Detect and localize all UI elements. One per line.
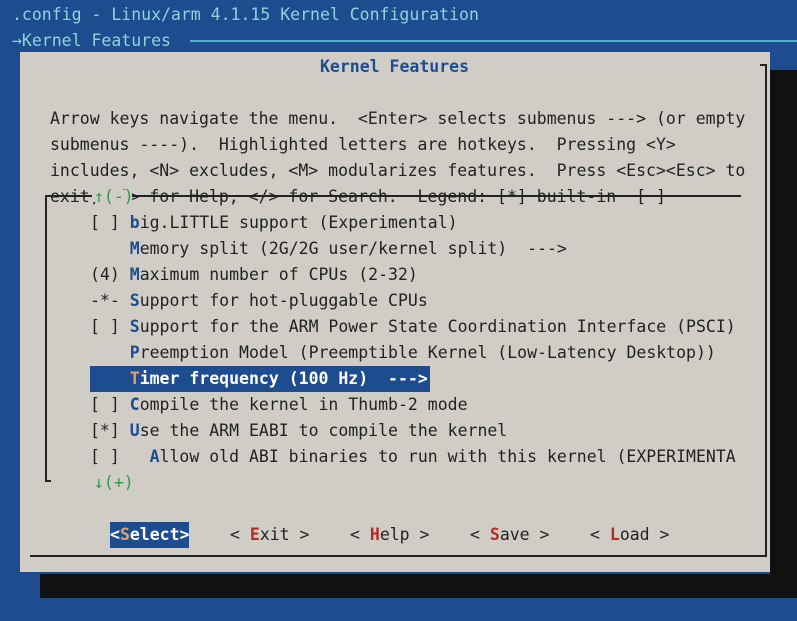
- button-label: xit >: [259, 525, 310, 544]
- scroll-up-indicator[interactable]: ↑(-): [94, 184, 134, 210]
- menu-item-hotkey: P: [129, 343, 140, 362]
- menu-box-border-left: [45, 195, 47, 482]
- scroll-down-indicator[interactable]: ↓(+): [94, 470, 134, 496]
- button-label: elect>: [129, 525, 190, 544]
- menu-item-label: aximum number of CPUs (2-32): [139, 265, 418, 284]
- dialog-shadow-right: [770, 70, 797, 598]
- menu-item-label: reemption Model (Preemptible Kernel (Low…: [139, 343, 716, 362]
- menu-item-label: se the ARM EABI to compile the kernel: [139, 421, 508, 440]
- exit-button[interactable]: < Exit >: [230, 522, 309, 548]
- breadcrumb-rule: [190, 40, 797, 42]
- button-bracket: <: [350, 525, 370, 544]
- menu-item-prefix: [ ]: [90, 317, 130, 336]
- menu-box-border-top: [45, 195, 741, 197]
- button-bracket: <: [110, 525, 120, 544]
- dialog-border-right: [765, 64, 767, 557]
- menu-item-prefix: -*-: [90, 291, 130, 310]
- menu-item-label: llow old ABI binaries to run with this k…: [159, 447, 736, 466]
- button-label: elp >: [379, 525, 430, 544]
- help-line: includes, <N> excludes, <M> modularizes …: [50, 161, 746, 180]
- button-hotkey: E: [249, 525, 260, 544]
- menu-item[interactable]: [ ] Support for the ARM Power State Coor…: [90, 314, 736, 340]
- help-line: exit, <?> for Help, </> for Search. Lege…: [50, 184, 745, 210]
- menu-item-label: ig.LITTLE support (Experimental): [139, 213, 458, 232]
- menu-item[interactable]: [ ] Allow old ABI binaries to run with t…: [90, 444, 736, 470]
- menu-item-prefix: [ ]: [90, 213, 130, 232]
- menu-item-label: ompile the kernel in Thumb-2 mode: [139, 395, 468, 414]
- menu-item-prefix: (4): [90, 265, 130, 284]
- breadcrumb: →Kernel Features: [12, 31, 171, 50]
- menu-item[interactable]: Memory split (2G/2G user/kernel split) -…: [90, 236, 567, 262]
- menu-item-prefix: [*]: [90, 421, 130, 440]
- button-hotkey: L: [609, 525, 620, 544]
- menu-item-prefix: [90, 369, 130, 388]
- save-button[interactable]: < Save >: [470, 522, 549, 548]
- button-hotkey: H: [369, 525, 380, 544]
- button-bracket: <: [230, 525, 250, 544]
- menu-item-hotkey: U: [129, 421, 140, 440]
- menu-item[interactable]: (4) Maximum number of CPUs (2-32): [90, 262, 418, 288]
- help-line: submenus ----). Highlighted letters are …: [50, 135, 676, 154]
- help-button[interactable]: < Help >: [350, 522, 429, 548]
- menu-item-prefix: [90, 343, 130, 362]
- menu-item-hotkey: M: [129, 265, 140, 284]
- menu-item-label: imer frequency (100 Hz) --->: [139, 369, 428, 388]
- button-label: oad >: [619, 525, 670, 544]
- menu-box-border-bottom: [45, 480, 51, 482]
- button-label: ave >: [499, 525, 550, 544]
- menu-item[interactable]: Timer frequency (100 Hz) --->: [90, 366, 430, 392]
- menu-item-hotkey: T: [129, 369, 140, 388]
- help-line: Arrow keys navigate the menu. <Enter> se…: [50, 109, 746, 128]
- menu-item[interactable]: [ ] big.LITTLE support (Experimental): [90, 210, 458, 236]
- menu-item-label: emory split (2G/2G user/kernel split) --…: [139, 239, 567, 258]
- menu-item[interactable]: [*] Use the ARM EABI to compile the kern…: [90, 418, 507, 444]
- dialog-title: Kernel Features: [320, 57, 470, 76]
- menu-item-hotkey: A: [149, 447, 160, 466]
- menu-item-label: upport for hot-pluggable CPUs: [139, 291, 428, 310]
- menu-item-hotkey: M: [129, 239, 140, 258]
- menu-item-hotkey: C: [129, 395, 140, 414]
- menu-item-prefix: [90, 239, 130, 258]
- menu-item-prefix: [ ]: [90, 395, 130, 414]
- menu-item-prefix: [ ]: [90, 447, 150, 466]
- select-button[interactable]: <Select>: [110, 522, 190, 548]
- menu-item[interactable]: Preemption Model (Preemptible Kernel (Lo…: [90, 340, 716, 366]
- menu-item[interactable]: -*- Support for hot-pluggable CPUs: [90, 288, 428, 314]
- load-button[interactable]: < Load >: [590, 522, 669, 548]
- menu-item[interactable]: [ ] Compile the kernel in Thumb-2 mode: [90, 392, 468, 418]
- menu-item-hotkey: S: [129, 317, 140, 336]
- button-hotkey: S: [489, 525, 500, 544]
- dialog-border-bottom: [30, 555, 767, 557]
- button-bracket: <: [470, 525, 490, 544]
- button-hotkey: S: [119, 525, 130, 544]
- window-title: .config - Linux/arm 4.1.15 Kernel Config…: [12, 5, 479, 24]
- menu-item-hotkey: b: [129, 213, 140, 232]
- menu-item-hotkey: S: [129, 291, 140, 310]
- menu-item-label: upport for the ARM Power State Coordinat…: [139, 317, 736, 336]
- dialog-shadow-bottom: [40, 574, 797, 598]
- button-bracket: <: [590, 525, 610, 544]
